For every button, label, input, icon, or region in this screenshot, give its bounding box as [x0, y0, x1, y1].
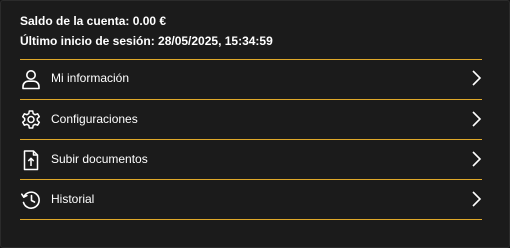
menu-item-upload-documents[interactable]: Subir documentos: [20, 140, 482, 180]
account-menu: Mi información Configuraciones Subir doc…: [20, 59, 482, 220]
account-summary: Saldo de la cuenta: 0.00 € Último inicio…: [20, 11, 273, 51]
menu-item-settings[interactable]: Configuraciones: [20, 100, 482, 140]
menu-item-label: Subir documentos: [51, 152, 148, 166]
last-login: Último inicio de sesión: 28/05/2025, 15:…: [20, 34, 273, 48]
chevron-right-icon: [470, 110, 482, 128]
chevron-right-icon: [470, 190, 482, 208]
chevron-right-icon: [470, 69, 482, 87]
user-icon: [20, 68, 42, 90]
account-panel: Saldo de la cuenta: 0.00 € Último inicio…: [0, 0, 510, 248]
chevron-right-icon: [470, 150, 482, 168]
history-icon: [20, 189, 42, 211]
menu-item-label: Mi información: [51, 71, 130, 85]
gear-icon: [20, 109, 42, 131]
menu-item-my-information[interactable]: Mi información: [20, 59, 482, 100]
menu-item-label: Historial: [51, 192, 95, 206]
menu-item-label: Configuraciones: [51, 112, 138, 126]
upload-document-icon: [20, 149, 42, 171]
menu-item-history[interactable]: Historial: [20, 180, 482, 220]
account-balance: Saldo de la cuenta: 0.00 €: [20, 14, 167, 28]
